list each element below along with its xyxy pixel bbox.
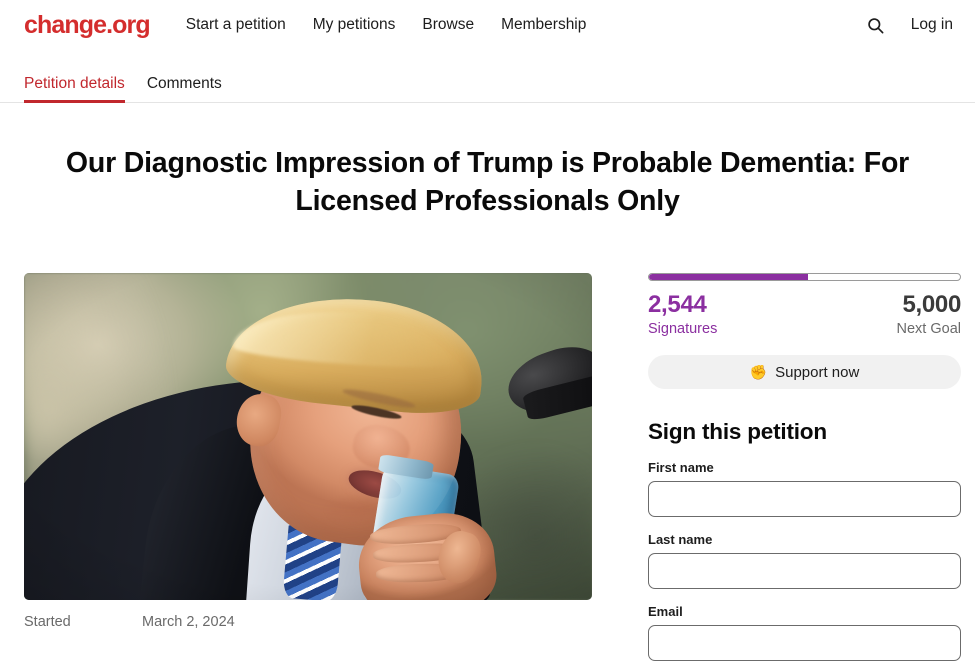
signature-count-block: 2,544 Signatures xyxy=(648,290,718,338)
email-field-group: Email xyxy=(648,604,961,661)
raised-fist-icon: ✊ xyxy=(749,364,768,381)
signature-stats: 2,544 Signatures 5,000 Next Goal xyxy=(648,290,962,338)
petition-hero-image xyxy=(24,272,592,600)
support-now-button[interactable]: ✊ Support now xyxy=(648,355,961,390)
first-name-field-group: First name xyxy=(648,460,961,518)
nav-item-my-petitions[interactable]: My petitions xyxy=(313,17,396,33)
email-input[interactable] xyxy=(648,625,961,661)
last-name-label: Last name xyxy=(648,532,713,548)
goal-count-block: 5,000 Next Goal xyxy=(896,290,962,338)
started-date: March 2, 2024 xyxy=(142,613,235,630)
nav-item-browse[interactable]: Browse xyxy=(422,17,474,33)
petition-started-row: Started March 2, 2024 xyxy=(24,614,599,630)
first-name-input[interactable] xyxy=(648,481,961,518)
signature-progress-bar xyxy=(648,272,961,281)
signature-count-label: Signatures xyxy=(648,321,718,338)
goal-count: 5,000 xyxy=(902,290,961,318)
tab-comments[interactable]: Comments xyxy=(147,75,222,103)
last-name-input[interactable] xyxy=(648,553,961,590)
nav-item-start-a-petition[interactable]: Start a petition xyxy=(186,17,286,33)
goal-count-label: Next Goal xyxy=(896,321,961,338)
started-label: Started xyxy=(24,613,71,630)
header-actions: Log in xyxy=(866,16,953,35)
search-icon[interactable] xyxy=(866,16,885,35)
petition-left-column: Started March 2, 2024 xyxy=(24,272,599,630)
main-content: Started March 2, 2024 2,544 Signatures 5… xyxy=(0,272,975,661)
login-link[interactable]: Log in xyxy=(911,16,953,34)
changeorg-logo[interactable]: change.org xyxy=(24,12,151,38)
nav-item-membership[interactable]: Membership xyxy=(501,17,586,33)
signature-progress-fill xyxy=(649,273,808,280)
tab-petition-details[interactable]: Petition details xyxy=(24,75,125,103)
sign-petition-heading: Sign this petition xyxy=(648,419,827,445)
signature-count: 2,544 xyxy=(648,290,707,318)
page-title: Our Diagnostic Impression of Trump is Pr… xyxy=(65,147,910,217)
primary-nav: Start a petition My petitions Browse Mem… xyxy=(186,17,587,33)
petition-sidebar: 2,544 Signatures 5,000 Next Goal ✊ Suppo… xyxy=(648,272,962,661)
support-now-label: Support now xyxy=(775,363,860,381)
site-header: change.org Start a petition My petitions… xyxy=(0,0,975,50)
last-name-field-group: Last name xyxy=(648,532,961,590)
petition-tabbar: Petition details Comments xyxy=(0,50,975,103)
first-name-label: First name xyxy=(648,460,714,476)
email-label: Email xyxy=(648,604,683,620)
